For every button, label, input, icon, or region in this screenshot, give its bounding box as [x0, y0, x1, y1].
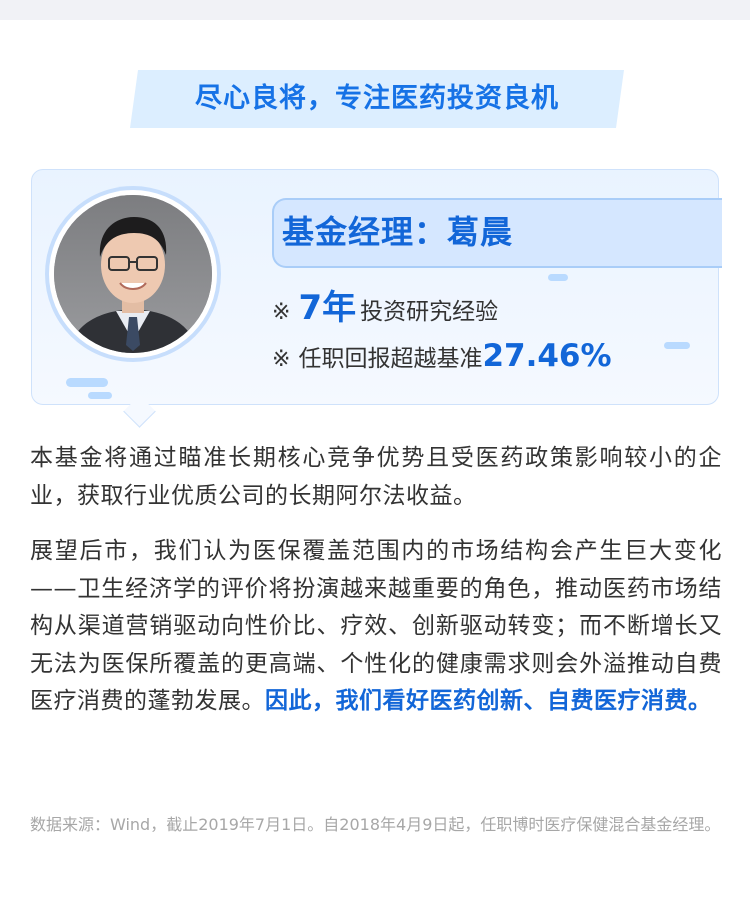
- page-title: 尽心良将，专注医药投资良机: [195, 83, 559, 114]
- experience-label: 投资研究经验: [360, 299, 499, 325]
- paragraph-strategy: 本基金将通过瞄准长期核心竞争优势且受医药政策影响较小的企业，获取行业优质公司的长…: [30, 445, 722, 509]
- decor-bubble: [88, 392, 112, 399]
- excess-return-value: 27.46%: [482, 338, 612, 374]
- return-label: 任职回报超越基准: [298, 346, 483, 372]
- data-source-note: 数据来源：Wind，截止2019年7月1日。自2018年4月9日起，任职博时医疗…: [30, 815, 721, 834]
- bullet-mark: ※: [272, 300, 291, 325]
- decor-bubble: [66, 378, 108, 387]
- top-strip: [0, 0, 750, 20]
- bullet-mark: ※: [272, 347, 291, 372]
- manager-name: 基金经理：葛晨: [282, 213, 514, 251]
- avatar: [54, 195, 212, 353]
- manager-portrait-icon: [54, 195, 212, 353]
- fact-experience: ※ 7年 投资研究经验: [272, 286, 498, 330]
- fact-return: ※ 任职回报超越基准27.46%: [272, 333, 612, 379]
- experience-years: 7年: [298, 288, 357, 328]
- paragraph-outlook: 展望后市，我们认为医保覆盖范围内的市场结构会产生巨大变化——卫生经济学的评价将扮…: [30, 533, 722, 721]
- outlook-conclusion: 因此，我们看好医药创新、自费医疗消费。: [265, 688, 712, 714]
- decor-bubble: [548, 274, 568, 281]
- header-banner: 尽心良将，专注医药投资良机: [130, 70, 624, 128]
- decor-bubble: [664, 342, 690, 349]
